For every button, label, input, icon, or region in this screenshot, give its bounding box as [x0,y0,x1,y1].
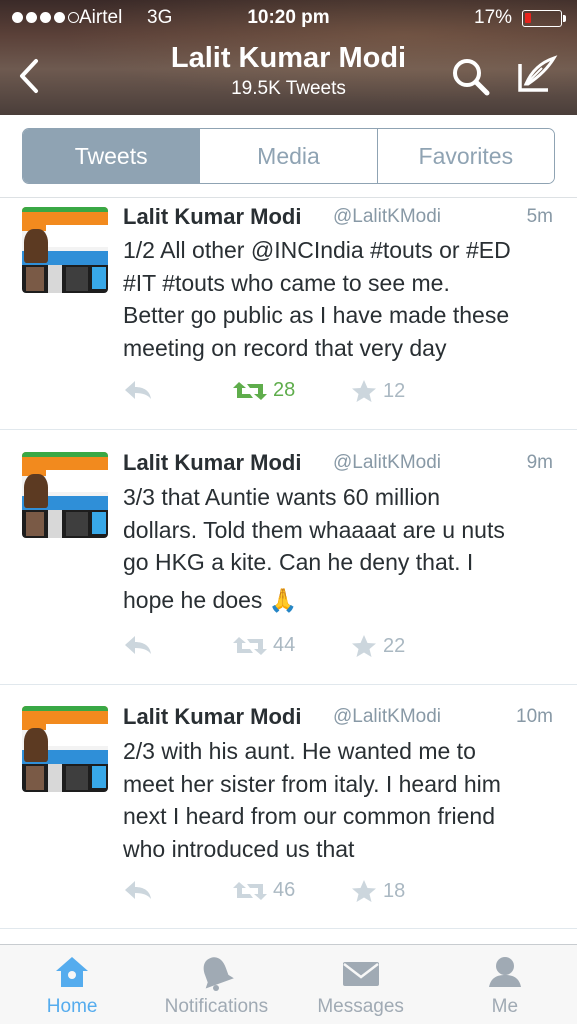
avatar[interactable] [22,207,108,293]
battery-percent: 17% [474,7,513,28]
tab-home[interactable]: Home [0,945,144,1024]
retweet-count: 28 [273,379,296,401]
battery-level [525,13,531,23]
avatar[interactable] [22,452,108,538]
tweet-text: 1/2 All other @INCIndia #touts or #ED #I… [123,234,563,364]
bell-icon [204,957,235,991]
retweet-button[interactable]: 46 [233,879,295,902]
retweet-count: 44 [273,634,296,656]
reply-button[interactable] [123,379,153,401]
reply-icon [125,881,151,899]
person-icon [488,957,521,987]
tweet-header: Lalit Kumar Modi @LalitKModi 9m [123,450,553,480]
favorite-count: 18 [383,879,406,902]
tweet-timestamp: 5m [526,206,553,227]
tab-notifications-label: Notifications [164,996,269,1017]
star-icon [352,880,376,902]
star-icon [352,380,376,402]
reply-button[interactable] [123,634,153,656]
tab-me[interactable]: Me [433,945,577,1024]
tweet-text-line: 1/2 All other @INCIndia #touts or #ED [123,237,511,263]
tweet[interactable]: Lalit Kumar Modi @LalitKModi 10m 2/3 wit… [0,685,577,929]
tweet-text: 3/3 that Auntie wants 60 million dollars… [123,481,563,616]
favorite-button[interactable]: 12 [351,379,405,403]
profile-tabs: Tweets Media Favorites [22,128,555,184]
tab-me-label: Me [491,996,519,1017]
tweet-text-line: Better go public as I have made these [123,302,510,329]
avatar[interactable] [22,706,108,792]
tweet-author-handle[interactable]: @LalitKModi [333,206,441,228]
tweet-text-line: #IT #touts who came to see me. [123,269,450,296]
tweet[interactable]: Lalit Kumar Modi @LalitKModi 5m 1/2 All … [0,198,577,430]
tweet-text-line: dollars. Told them whaaaat are u nuts [123,516,505,543]
tab-media[interactable]: Media [200,129,378,183]
tweet-timestamp: 10m [516,706,553,727]
tweet-author-name[interactable]: Lalit Kumar Modi [123,204,301,230]
nav-bar: Lalit Kumar Modi 19.5K Tweets [0,36,577,115]
star-icon [352,635,376,657]
retweet-icon [233,636,267,655]
tweet-author-handle[interactable]: @LalitKModi [333,706,441,728]
tweet-text-line: meeting on record that very day [123,334,447,361]
envelope-icon [342,962,379,986]
tweet-timestamp: 9m [526,452,553,473]
tweet[interactable]: Lalit Kumar Modi @LalitKModi 9m 3/3 that… [0,430,577,685]
reply-icon [125,636,151,654]
retweet-button[interactable]: 44 [233,634,295,657]
status-bar: Airtel 3G 10:20 pm 17% [0,0,577,36]
favorite-button[interactable]: 22 [351,634,405,658]
compose-icon [518,55,558,92]
tweet-author-handle[interactable]: @LalitKModi [333,452,441,474]
segment-container: Tweets Media Favorites [0,115,577,198]
reply-button[interactable] [123,879,153,901]
tab-favorites[interactable]: Favorites [377,129,554,183]
tweet-author-name[interactable]: Lalit Kumar Modi [123,450,301,476]
profile-header: Airtel 3G 10:20 pm 17% Lalit Kumar Modi … [0,0,577,115]
tweet-header: Lalit Kumar Modi @LalitKModi 10m [123,704,553,734]
tweet-text: 2/3 with his aunt. He wanted me to meet … [123,735,563,865]
favorite-count: 12 [383,379,406,402]
retweet-count: 46 [273,879,296,901]
tweet-text-line: hope he does 🙏 [123,586,298,613]
favorite-count: 22 [383,634,406,657]
tab-home-label: Home [46,996,98,1017]
tweet-text-line: 2/3 with his aunt. He wanted me to [123,738,476,764]
tab-notifications[interactable]: Notifications [144,945,288,1024]
tab-messages-label: Messages [317,996,404,1017]
tweet-text-line: meet her sister from italy. I heard him [123,770,501,797]
retweet-icon [233,381,267,400]
tab-tweets[interactable]: Tweets [23,129,201,183]
tweet-list: Lalit Kumar Modi @LalitKModi 5m 1/2 All … [0,198,577,929]
retweet-button[interactable]: 28 [233,379,295,402]
tweet-actions: 44 22 [123,634,543,664]
reply-icon [125,381,151,399]
tweet-text-line: go HKG a kite. Can he deny that. I [123,549,474,576]
search-icon [453,59,490,96]
tweet-text-line: who introduced us that [123,835,355,862]
home-icon [56,957,89,987]
search-button[interactable] [450,56,492,98]
favorite-button[interactable]: 18 [351,879,405,903]
tweet-actions: 46 18 [123,879,543,909]
tweet-text-line: next I heard from our common friend [123,803,495,830]
retweet-icon [233,881,267,900]
tweet-header: Lalit Kumar Modi @LalitKModi 5m [123,204,553,234]
tab-messages[interactable]: Messages [289,945,433,1024]
tweet-actions: 28 12 [123,379,543,409]
tweet-author-name[interactable]: Lalit Kumar Modi [123,704,301,730]
battery-icon [522,10,566,27]
compose-button[interactable] [514,54,558,98]
tweet-text-line: 3/3 that Auntie wants 60 million [123,484,441,510]
bottom-tab-bar: Home Notifications Messages Me [0,944,577,1024]
